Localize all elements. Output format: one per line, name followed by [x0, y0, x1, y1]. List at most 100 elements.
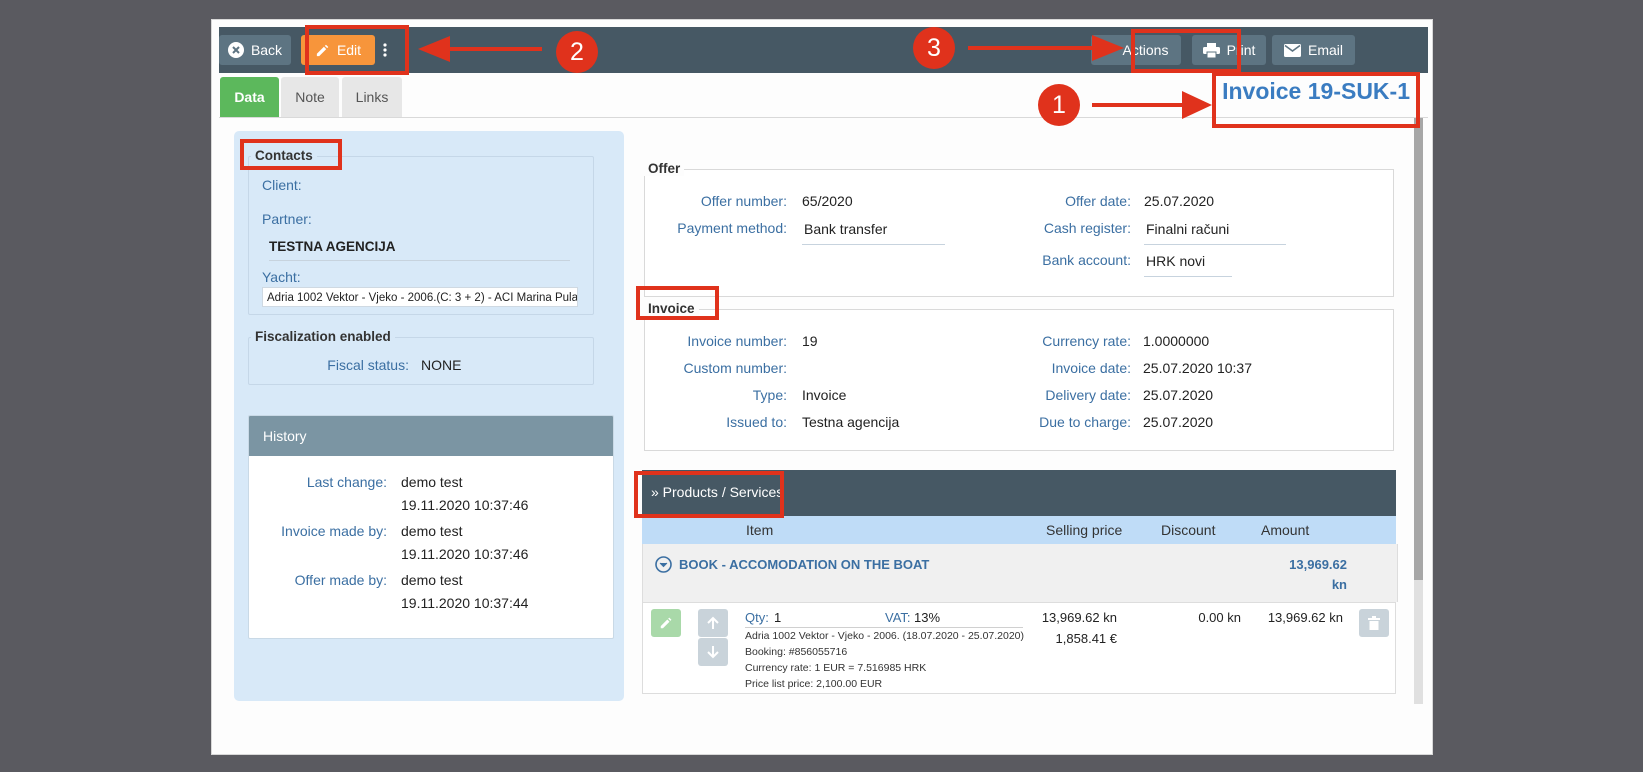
amount-value: 13,969.62 kn — [1267, 610, 1343, 625]
vertical-scrollbar[interactable] — [1414, 118, 1423, 704]
due-label: Due to charge: — [1039, 414, 1131, 430]
partner-value[interactable]: TESTNA AGENCIJA — [269, 239, 570, 261]
envelope-icon — [1283, 43, 1301, 57]
cash-register-field[interactable]: Finalni računi — [1144, 219, 1286, 245]
highlight-title — [1212, 72, 1420, 128]
offer-legend: Offer — [644, 161, 685, 176]
trash-icon — [1368, 616, 1380, 630]
col-selling-price: Selling price — [1046, 522, 1123, 538]
products-columns: Item Selling price Discount Amount — [642, 516, 1396, 544]
payment-method-label: Payment method: — [677, 220, 787, 236]
tab-data[interactable]: Data — [220, 77, 279, 117]
annotation-badge-1: 1 — [1038, 84, 1080, 126]
annotation-arrow-3 — [968, 35, 1124, 61]
yacht-label: Yacht: — [262, 269, 301, 285]
collapse-circle-icon[interactable] — [655, 556, 672, 573]
desc-line-4: Price list price: 2,100.00 EUR — [745, 678, 883, 690]
history-panel: History Last change: demo test 19.11.202… — [248, 415, 614, 639]
offer-made-user: demo test — [401, 572, 463, 588]
annotation-badge-2: 2 — [556, 31, 598, 73]
highlight-contacts — [240, 139, 342, 170]
payment-method-field[interactable]: Bank transfer — [802, 219, 945, 245]
currency-rate-value: 1.0000000 — [1143, 333, 1210, 349]
col-item: Item — [746, 522, 774, 538]
qty-value: 1 — [774, 610, 782, 625]
table-row: Qty: 1 VAT: 13% Adria 1002 Vektor - Vjek… — [642, 602, 1396, 694]
tab-links[interactable]: Links — [342, 77, 402, 117]
type-label: Type: — [752, 387, 787, 403]
offer-date-label: Offer date: — [1065, 193, 1131, 209]
fiscal-status-value: NONE — [421, 357, 462, 373]
pencil-icon — [660, 617, 672, 629]
annotation-badge-3: 3 — [913, 27, 955, 69]
group-name: BOOK - ACCOMODATION ON THE BOAT — [679, 557, 930, 572]
email-button[interactable]: Email — [1272, 35, 1355, 65]
left-panel: Contacts Client: Partner: TESTNA AGENCIJ… — [234, 131, 624, 701]
close-circle-icon — [227, 42, 244, 58]
highlight-edit — [305, 25, 409, 75]
price-kn: 13,969.62 kn — [1041, 610, 1117, 625]
group-currency: kn — [1331, 577, 1347, 592]
arrow-up-icon — [707, 616, 719, 629]
fiscal-status-label: Fiscal status: — [327, 357, 409, 373]
cash-register-label: Cash register: — [1043, 220, 1131, 236]
invoice-number-value: 19 — [802, 333, 818, 349]
invoice-made-user: demo test — [401, 523, 463, 539]
back-label: Back — [250, 42, 283, 58]
issued-to-label: Issued to: — [726, 414, 787, 430]
delivery-date-value: 25.07.2020 — [1143, 387, 1214, 403]
last-change-user: demo test — [401, 474, 463, 490]
discount-value: 0.00 kn — [1198, 610, 1241, 625]
invoice-date-label: Invoice date: — [1051, 360, 1131, 376]
offer-made-label: Offer made by: — [294, 572, 387, 588]
annotation-arrow-1 — [1092, 91, 1212, 119]
move-down-button[interactable] — [698, 638, 728, 666]
yacht-field[interactable]: Adria 1002 Vektor - Vjeko - 2006.(C: 3 +… — [262, 287, 578, 307]
tab-note[interactable]: Note — [281, 77, 339, 117]
highlight-actions — [1131, 29, 1241, 73]
fiscal-legend: Fiscalization enabled — [251, 329, 395, 344]
client-label: Client: — [262, 177, 302, 193]
currency-rate-label: Currency rate: — [1042, 333, 1131, 349]
highlight-products — [634, 471, 784, 518]
arrow-down-icon — [707, 646, 719, 659]
qty-label: Qty: — [745, 610, 769, 625]
scrollbar-thumb[interactable] — [1414, 118, 1423, 580]
vat-label: VAT: — [885, 610, 911, 625]
offer-date-value: 25.07.2020 — [1144, 193, 1215, 209]
delete-row-button[interactable] — [1359, 609, 1389, 637]
desc-line-3: Currency rate: 1 EUR = 7.516985 HRK — [745, 662, 927, 674]
highlight-invoice — [636, 286, 719, 320]
desc-line-2: Booking: #856055716 — [745, 646, 848, 658]
col-amount: Amount — [1261, 522, 1310, 538]
invoice-made-time: 19.11.2020 10:37:46 — [401, 546, 529, 562]
bank-account-label: Bank account: — [1042, 252, 1131, 268]
invoice-number-label: Invoice number: — [687, 333, 787, 349]
edit-row-button[interactable] — [651, 609, 681, 637]
custom-number-label: Custom number: — [683, 360, 787, 376]
last-change-time: 19.11.2020 10:37:46 — [401, 497, 529, 513]
product-group: BOOK - ACCOMODATION ON THE BOAT 13,969.6… — [642, 544, 1398, 602]
invoice-date-value: 25.07.2020 10:37 — [1143, 360, 1252, 376]
move-up-button[interactable] — [698, 609, 728, 637]
desc-line-1: Adria 1002 Vektor - Vjeko - 2006. (18.07… — [745, 630, 1025, 642]
history-title: History — [249, 416, 613, 456]
email-label: Email — [1307, 42, 1343, 58]
row-divider — [745, 627, 1023, 628]
due-value: 25.07.2020 — [1143, 414, 1214, 430]
vat-value: 13% — [914, 610, 941, 625]
price-eur: 1,858.41 € — [1055, 631, 1117, 646]
offer-made-time: 19.11.2020 10:37:44 — [401, 595, 529, 611]
offer-number-label: Offer number: — [700, 193, 787, 209]
type-value: Invoice — [802, 387, 847, 403]
bank-account-field[interactable]: HRK novi — [1144, 251, 1232, 277]
last-change-label: Last change: — [306, 474, 387, 490]
group-amount: 13,969.62 — [1289, 557, 1347, 572]
issued-to-value: Testna agencija — [802, 414, 900, 430]
delivery-date-label: Delivery date: — [1045, 387, 1131, 403]
invoice-window: Back Edit Actions Print Email Data Note … — [211, 19, 1433, 755]
back-button[interactable]: Back — [219, 35, 291, 65]
annotation-arrow-2 — [418, 36, 542, 62]
offer-number-value: 65/2020 — [802, 193, 853, 209]
partner-label: Partner: — [262, 211, 312, 227]
